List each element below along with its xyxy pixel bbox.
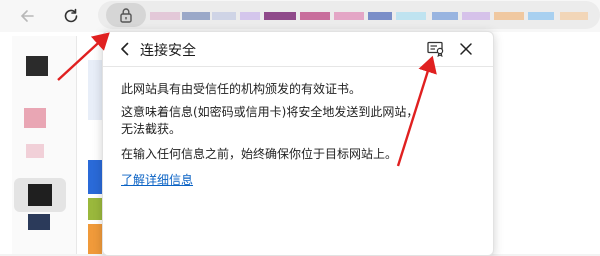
chevron-left-icon — [121, 42, 129, 56]
certificate-message: 此网站具有由受信任的机构颁发的有效证书。 — [121, 82, 362, 96]
popup-header: 连接安全 — [103, 32, 493, 67]
close-button[interactable] — [455, 38, 477, 60]
verify-site-message: 在输入任何信息之前，始终确保你位于目标网站上。 — [121, 147, 398, 161]
lock-icon — [120, 8, 132, 23]
blurred-icon — [26, 144, 44, 158]
secure-transfer-message: 这意味着信息(如密码或信用卡)将安全地发送到此网站，无法截获。 — [121, 105, 419, 136]
certificate-icon — [427, 41, 444, 57]
blurred-icon — [26, 56, 48, 76]
browser-toolbar — [0, 0, 600, 32]
blurred-icon — [28, 184, 52, 206]
connection-security-popup: 连接安全 此网站具有由受信任的机构颁发的有效证书。 这意味着信息(如密码或信用卡… — [102, 31, 494, 256]
back-button[interactable] — [14, 3, 40, 29]
blurred-icon — [28, 214, 50, 230]
learn-more-link[interactable]: 了解详细信息 — [121, 171, 193, 188]
blurred-icon — [24, 108, 46, 128]
back-arrow-icon — [20, 10, 34, 22]
site-info-button[interactable] — [106, 3, 146, 27]
popup-back-button[interactable] — [115, 38, 135, 60]
refresh-icon — [64, 8, 78, 23]
refresh-button[interactable] — [58, 3, 84, 29]
close-icon — [460, 43, 472, 55]
side-panel — [12, 36, 77, 254]
popup-title: 连接安全 — [140, 43, 196, 59]
certificate-button[interactable] — [425, 39, 447, 59]
